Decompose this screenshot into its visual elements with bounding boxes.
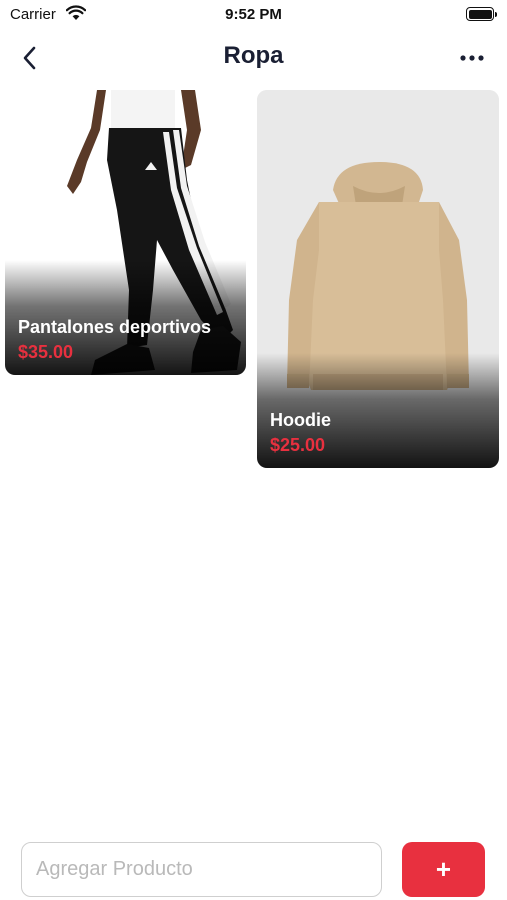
add-product-input[interactable] [21,842,382,897]
product-card[interactable]: Hoodie $25.00 [257,90,499,468]
clock: 9:52 PM [225,6,282,23]
ellipsis-icon [460,55,484,61]
battery-icon [466,7,497,21]
add-product-button[interactable]: + [402,842,485,897]
product-card[interactable]: Pantalones deportivos $35.00 [5,90,246,375]
product-price: $25.00 [270,435,326,455]
status-bar: Carrier 9:52 PM [0,0,507,30]
navigation-bar: Ropa [0,36,507,80]
product-price: $35.00 [18,342,74,362]
more-options-button[interactable] [457,46,487,70]
page-title: Ropa [223,42,284,69]
product-name: Hoodie [270,410,331,430]
product-name: Pantalones deportivos [18,317,212,337]
